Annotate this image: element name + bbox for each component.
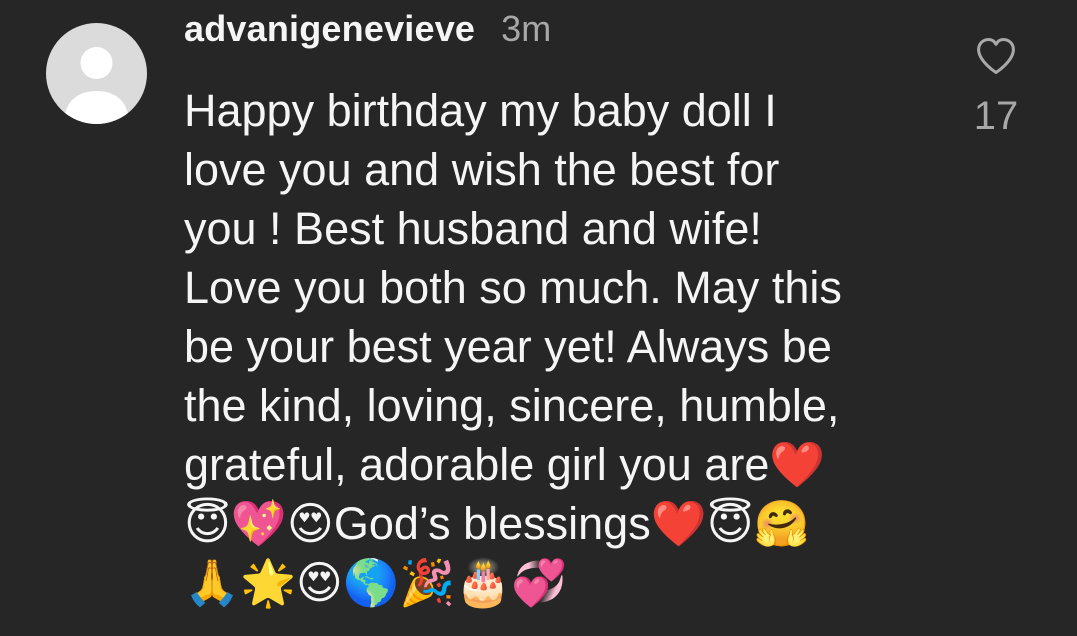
like-area: 17 — [966, 36, 1026, 139]
comment-text: Happy birthday my baby doll I love you a… — [184, 85, 842, 608]
default-avatar-icon — [64, 47, 129, 124]
timestamp: 3m — [501, 8, 552, 49]
comment-header: advanigenevieve 3m — [184, 8, 551, 58]
heart-icon[interactable] — [975, 36, 1017, 76]
comment-item: advanigenevieve 3m Happy birthday my bab… — [0, 0, 1077, 636]
username[interactable]: advanigenevieve — [184, 8, 475, 50]
avatar[interactable] — [46, 23, 147, 124]
like-count: 17 — [973, 94, 1019, 138]
